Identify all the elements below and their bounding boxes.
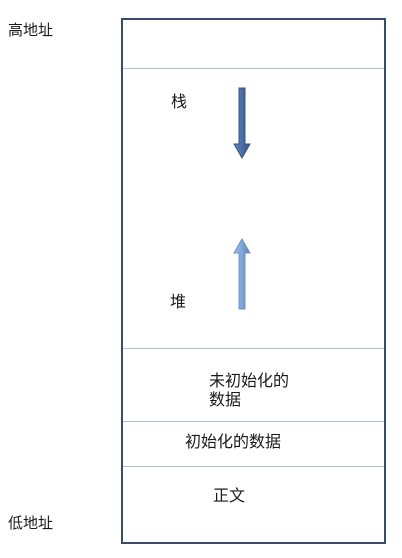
text-segment-label: 正文: [213, 486, 246, 505]
initialized-data-label: 初始化的数据: [185, 432, 282, 451]
divider-heap-bss: [123, 348, 384, 349]
divider-data-text: [123, 466, 384, 467]
heap-label: 堆: [170, 292, 187, 311]
uninitialized-data-line-2: 数据: [209, 390, 242, 409]
low-address-label: 低地址: [8, 514, 54, 532]
divider-top: [123, 68, 384, 69]
heap-up-arrow-icon: [233, 238, 251, 310]
high-address-label: 高地址: [8, 21, 54, 39]
uninitialized-data-label: 未初始化的 数据: [209, 371, 329, 409]
uninitialized-data-line-1: 未初始化的: [209, 371, 290, 390]
memory-layout-box: 栈 堆 未初始化的 数据 初始化的数据 正文: [121, 18, 386, 544]
stack-label: 栈: [171, 92, 188, 111]
stack-down-arrow-icon: [233, 87, 251, 159]
divider-bss-data: [123, 421, 384, 422]
